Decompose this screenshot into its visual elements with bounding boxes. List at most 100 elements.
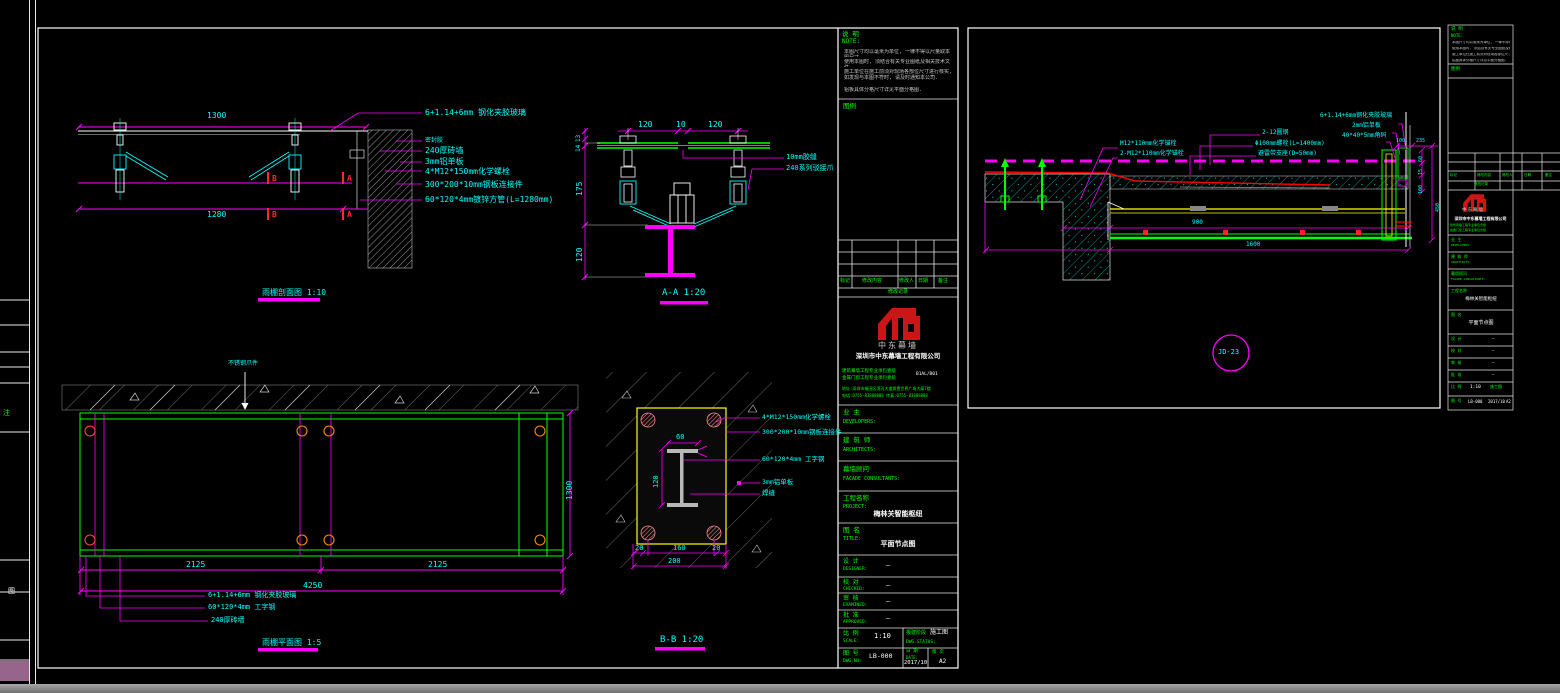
d1-annotation: 6+1.14+6mm 钢化夹胶玻璃: [425, 109, 526, 117]
s2-designer-value: —: [1492, 337, 1494, 341]
partial-sheet-green-char: 注: [3, 410, 10, 417]
d2-dim-13: 13: [576, 135, 582, 142]
status-bar[interactable]: [0, 684, 1560, 693]
s2-cert-line: 建筑幕墙工程专业承包壹级: [1450, 224, 1486, 227]
d4-dim-depth: 120: [653, 475, 660, 488]
s2-dim-1600: 1600: [1246, 242, 1260, 248]
s2-field-designer: 设 计: [1451, 337, 1461, 341]
s2-dwgno-value: LB-000: [1468, 400, 1482, 404]
s2-field-examined: 审 核: [1451, 361, 1461, 365]
field-consultant-cn: 幕墙顾问: [843, 466, 869, 473]
d4-annotation: 3mm铝单板: [762, 479, 793, 486]
field-examined-cn: 审 核: [843, 596, 859, 602]
field-approved-cn: 批 准: [843, 613, 859, 619]
d1-annotation: 密封胶: [425, 138, 443, 144]
s2-status-value: 施工图: [1490, 385, 1502, 389]
d3-view-title: 雨棚平面图 1:5: [262, 639, 321, 647]
d1-dim-bottom: 1280: [207, 211, 226, 219]
cert-line: 金属门窗工程专业承包壹级: [842, 377, 896, 382]
field-consultant-en: FACADE CONSULTANTS:: [843, 477, 900, 482]
s2-revision-header: 标记: [1450, 174, 1457, 178]
cad-application-canvas: 1300 1280 B A B A 6+1.14+6mm 钢化夹胶玻璃 密封胶 …: [0, 0, 1560, 693]
revision-header: 日期: [918, 279, 928, 284]
d3-dim-total: 4250: [303, 582, 322, 590]
d3-top-label: 不锈钢爪件: [228, 361, 258, 367]
s2-detail-tag: JD-23: [1218, 349, 1239, 356]
s2-note-item: 使用本图时, 须结合有关专业图纸及相关技术文件.: [1452, 47, 1510, 51]
s2-dim-100b: 100: [1419, 185, 1424, 194]
s2-annotation-right: 2mm铝单板: [1352, 123, 1381, 129]
sheet2-frame: [968, 28, 1440, 408]
d4-annotation: 60*120*4mm 工字钢: [762, 456, 825, 463]
d2-dim-120l: 120: [638, 121, 652, 129]
s2-note-item: 铝板具体分格尺寸详见平面分格图.: [1452, 59, 1510, 63]
note-item: 本图尺寸均以毫米为单位, 一律不得以尺量取本图尺寸.: [844, 49, 954, 57]
d4-view-title: B-B 1:20: [660, 636, 703, 645]
s2-revision-header: 备注: [1545, 174, 1552, 178]
notes-title-en: NOTE:: [842, 39, 860, 45]
company-name: 深圳市中东幕墙工程有限公司: [839, 353, 957, 360]
dwgno-value: LB-000: [869, 653, 892, 660]
s2-note-item: 施工单位在施工前须对现场各部位尺寸进行核实, 如发现与本图不符时, 请及时通知本…: [1452, 53, 1510, 57]
field-designer-en: DESIGNER:: [843, 568, 867, 573]
d4-dim-edge-r: 20: [712, 545, 720, 552]
s2-field-architect-en: ARCHITECTS:: [1451, 261, 1471, 264]
s2-dim-450: 450: [1436, 203, 1441, 212]
company-phone: 电话:0755-83888888 传真:0755-83888888: [842, 394, 928, 398]
s2-date-value: 2017/10: [1488, 400, 1505, 404]
drawing-title-value: 平面节点图: [848, 541, 948, 548]
revision-header: 修改人: [899, 279, 914, 284]
d4-dim-mid: 160: [673, 545, 686, 552]
d4-annotation: 焊缝: [762, 490, 775, 497]
field-developer-cn: 业 主: [843, 409, 860, 416]
field-architect-cn: 建 筑 师: [843, 437, 870, 444]
d2-dim-10: 10: [676, 121, 686, 129]
legend-label: 图例: [843, 103, 856, 110]
field-status-en: DWG.STATUS:: [906, 641, 936, 646]
d4-dim-total: 200: [668, 558, 681, 565]
notes-title-cn: 说 明: [842, 31, 859, 38]
d1-annotation: 3mm铝单板: [425, 158, 463, 166]
d2-dim-120: 120: [576, 248, 584, 262]
d1-section-mark-a1: A: [347, 175, 352, 183]
sheet2-detail: [983, 112, 1438, 371]
checked-value: —: [886, 582, 890, 589]
field-rev-cn: 版 次: [932, 651, 944, 656]
d2-dim-175: 175: [576, 182, 584, 196]
s2-project-value: 梅林关智能枢纽: [1453, 298, 1509, 303]
s2-field-developer-en: DEVELOPERS:: [1451, 244, 1471, 247]
s2-cert-line: 金属门窗工程专业承包壹级: [1450, 229, 1486, 232]
field-project-cn: 工程名称: [843, 495, 869, 502]
field-scale-cn: 比 例: [843, 631, 859, 637]
field-dwgno-en: DWG.NO:: [843, 660, 862, 665]
note-item: 铝板具体分格尺寸详见平面分格图.: [844, 87, 954, 95]
d3-canopy-plan: [62, 372, 578, 652]
d4-annotation: 4*M12*150mm化学螺栓: [762, 414, 831, 421]
s2-field-developer: 业 主: [1451, 238, 1461, 242]
field-checked-en: CHECKED:: [843, 588, 865, 593]
d2-annotation: 10mm胶缝: [786, 154, 817, 161]
note-item: 使用本图时, 须结合有关专业图纸及相关技术文件.: [844, 59, 954, 67]
d2-section-aa: [582, 128, 784, 305]
revision-header: 标记: [840, 279, 850, 284]
d2-annotation: 240系列驳接爪: [786, 165, 834, 172]
s2-dim-235: 235: [1416, 139, 1425, 144]
s2-annotation-left: Φ100mm螺栓(L=1400mm): [1255, 141, 1325, 147]
rev-value: A2: [939, 659, 946, 665]
d2-dim-14: 14: [576, 145, 582, 152]
d3-dim-left-span: 2125: [186, 561, 205, 569]
s2-scale-value: 1:10: [1470, 386, 1481, 391]
status-value: 施工图: [930, 630, 948, 636]
date-value: 2017/10: [904, 661, 927, 667]
cert-code: B1AL/B01: [916, 373, 938, 378]
d3-dim-right-span: 2125: [428, 561, 447, 569]
s2-notes-title-en: NOTE:: [1451, 34, 1463, 38]
approved-value: —: [886, 615, 890, 622]
d1-dim-top: 1300: [207, 112, 226, 120]
logo-text: 中东幕墙: [848, 342, 948, 350]
field-dwgno-cn: 图 号: [843, 651, 859, 657]
d4-annotation: 300*200*10mm钢板连接件: [762, 429, 841, 436]
d3-annotation: 6+1.14+6mm 钢化夹胶玻璃: [208, 592, 296, 599]
d1-annotation: 60*120*4mm镀锌方管(L=1280mm): [425, 196, 553, 204]
partial-sheet-white-char: 图: [8, 588, 15, 595]
